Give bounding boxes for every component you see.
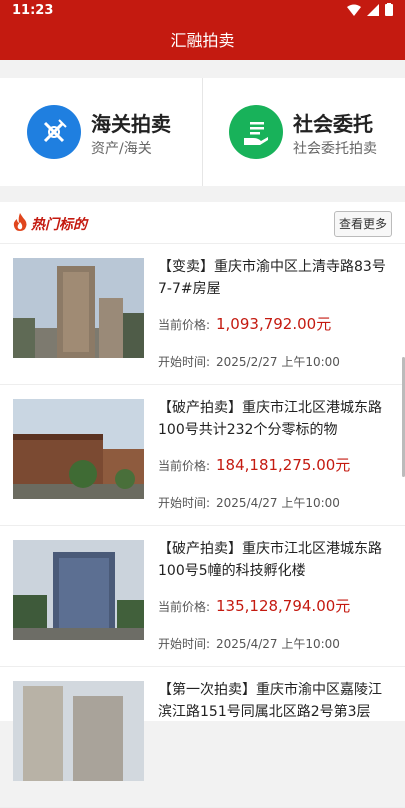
category-title: 社会委托 <box>293 112 373 136</box>
customs-icon <box>27 105 81 159</box>
hot-listings: 热门标的 查看更多 【变卖】重庆市渝中区上清寺路83号7-7#房屋 当前价格: … <box>0 202 405 808</box>
list-item[interactable]: 【第一次拍卖】重庆市渝中区嘉陵江滨江路151号同属北区路2号第3层 <box>0 667 405 808</box>
category-social-entrust[interactable]: 社会委托 社会委托拍卖 <box>203 78 405 186</box>
price-label: 当前价格: <box>158 318 211 332</box>
category-customs-auction[interactable]: 海关拍卖 资产/海关 <box>0 78 202 186</box>
wifi-icon <box>347 4 361 16</box>
listing-thumbnail <box>13 681 144 781</box>
status-bar: 11:23 <box>0 0 405 22</box>
list-item[interactable]: 【破产拍卖】重庆市江北区港城东路100号共计232个分零标的物 当前价格: 18… <box>0 385 405 526</box>
hot-title: 热门标的 <box>31 217 87 233</box>
page-title: 汇融拍卖 <box>170 31 235 50</box>
current-price: 1,093,792.00元 <box>216 315 332 333</box>
current-price: 135,128,794.00元 <box>216 597 351 615</box>
listing-title: 【第一次拍卖】重庆市渝中区嘉陵江滨江路151号同属北区路2号第3层 <box>158 682 382 720</box>
start-label: 开始时间: <box>158 637 211 651</box>
start-time: 2025/2/27 上午10:00 <box>216 355 340 369</box>
hot-header: 热门标的 查看更多 <box>0 202 405 244</box>
current-price: 184,181,275.00元 <box>216 456 351 474</box>
category-title: 海关拍卖 <box>91 112 171 136</box>
start-time: 2025/4/27 上午10:00 <box>216 637 340 651</box>
start-label: 开始时间: <box>158 355 211 369</box>
price-label: 当前价格: <box>158 600 211 614</box>
listing-thumbnail <box>13 258 144 358</box>
listing-thumbnail <box>13 540 144 640</box>
status-time: 11:23 <box>12 3 54 18</box>
view-more-button[interactable]: 查看更多 <box>334 211 392 237</box>
flame-icon <box>13 213 27 231</box>
price-label: 当前价格: <box>158 459 211 473</box>
list-item[interactable]: 【变卖】重庆市渝中区上清寺路83号7-7#房屋 当前价格: 1,093,792.… <box>0 244 405 385</box>
battery-icon <box>385 3 393 16</box>
start-label: 开始时间: <box>158 496 211 510</box>
category-subtitle: 社会委托拍卖 <box>293 141 377 157</box>
listing-title: 【变卖】重庆市渝中区上清寺路83号7-7#房屋 <box>158 259 386 297</box>
listing-title: 【破产拍卖】重庆市江北区港城东路100号共计232个分零标的物 <box>158 400 382 438</box>
start-time: 2025/4/27 上午10:00 <box>216 496 340 510</box>
signal-icon <box>367 3 379 16</box>
app-bar: 汇融拍卖 <box>0 22 405 60</box>
hand-list-icon <box>229 105 283 159</box>
listing-thumbnail <box>13 399 144 499</box>
category-panel: 海关拍卖 资产/海关 社会委托 社会委托拍卖 <box>0 78 405 186</box>
listing-title: 【破产拍卖】重庆市江北区港城东路100号5幢的科技孵化楼 <box>158 541 382 579</box>
category-subtitle: 资产/海关 <box>91 141 152 157</box>
list-item[interactable]: 【破产拍卖】重庆市江北区港城东路100号5幢的科技孵化楼 当前价格: 135,1… <box>0 526 405 667</box>
